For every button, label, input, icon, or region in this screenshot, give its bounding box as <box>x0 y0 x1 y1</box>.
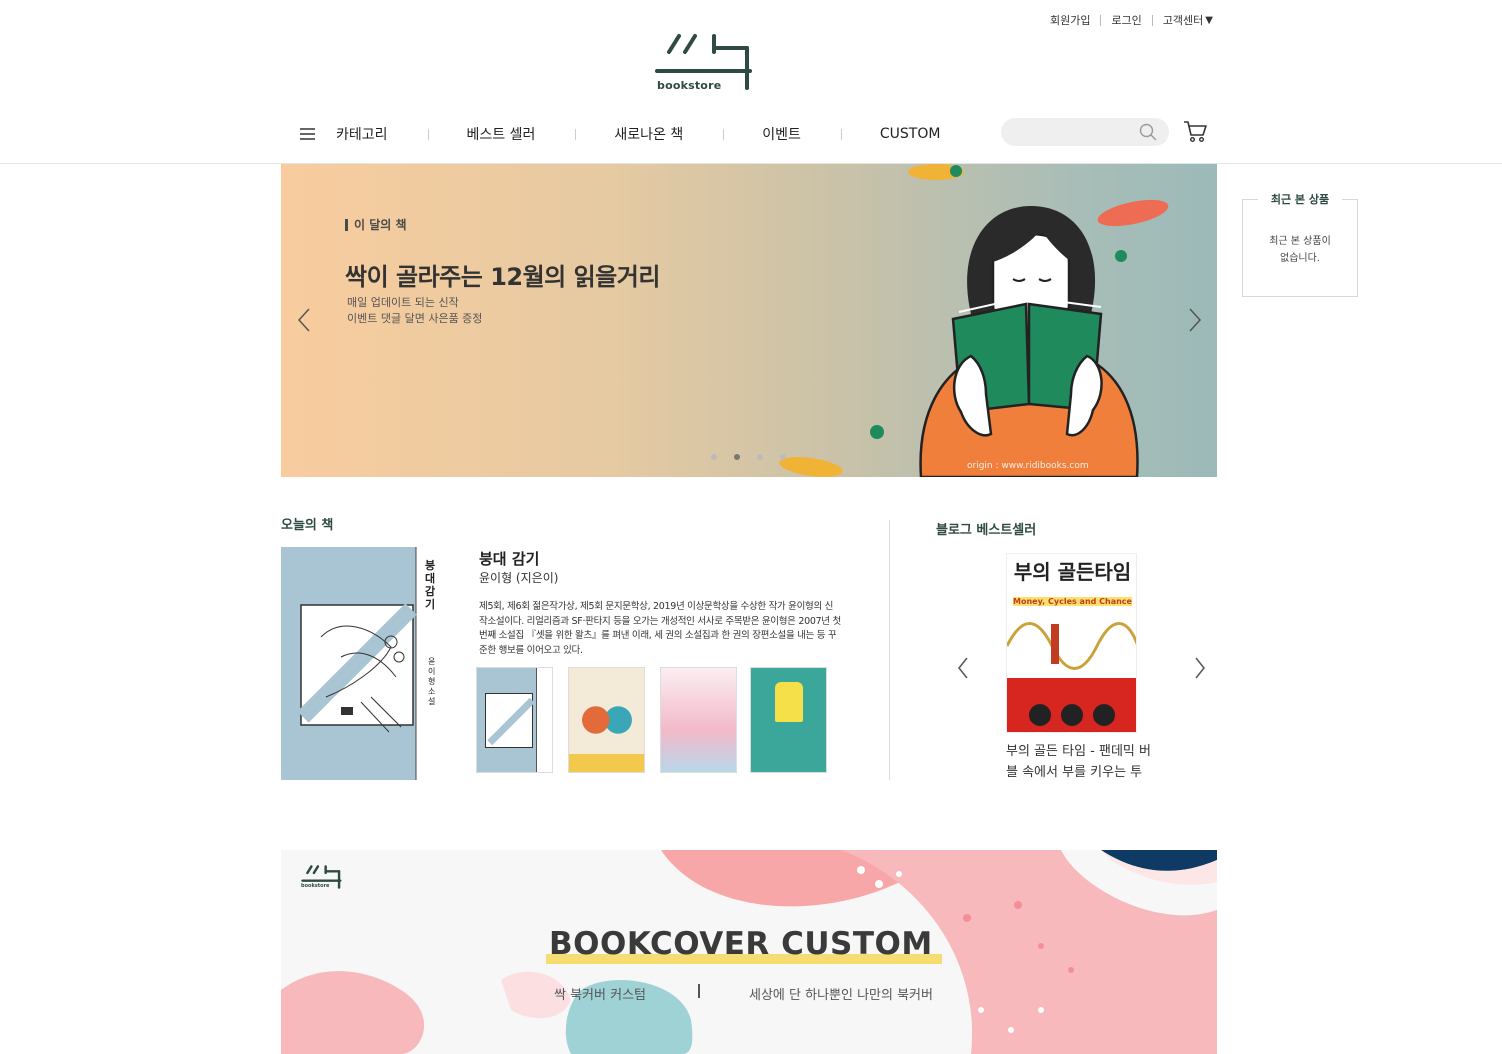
caret-down-icon[interactable]: ▼ <box>1205 15 1213 26</box>
support-link[interactable]: 고객센터 <box>1163 12 1203 28</box>
recent-products-empty: 최근 본 상품이 없습니다. <box>1269 236 1331 264</box>
custom-sub-left: 싹 북커버 커스텀 <box>554 988 646 1003</box>
util-divider <box>1151 14 1153 26</box>
nav-divider <box>840 128 842 140</box>
custom-title: BOOKCOVER CUSTOM <box>549 926 933 962</box>
nav-divider <box>427 128 429 140</box>
cover-author-text: 윤이형 소설 <box>428 657 436 706</box>
search-input[interactable] <box>1001 118 1121 146</box>
util-divider <box>1100 14 1102 26</box>
today-book-title: 오늘의 책 <box>281 518 334 533</box>
search-icon[interactable] <box>1139 123 1157 141</box>
image-credit: origin : www.ridibooks.com <box>967 461 1089 471</box>
wave-graphic <box>1007 616 1136 676</box>
blog-book-cover[interactable]: 부의 골든타임 Money, Cycles and Chance <box>1006 553 1137 733</box>
bookcover-custom-banner[interactable]: bookstore BOOKCOVER CUSTOM 싹 북커버 커스텀 세상에… <box>281 850 1217 1054</box>
nav-bestseller[interactable]: 베스트 셀러 <box>467 124 536 144</box>
related-book-thumb-3[interactable] <box>660 667 737 773</box>
cover-band <box>1007 678 1136 732</box>
custom-sub-divider <box>698 984 700 998</box>
nav-divider <box>575 128 577 140</box>
book-description: 제5회, 제6회 젊은작가상, 제5회 문지문학상, 2019년 이상문학상을 … <box>479 601 841 656</box>
related-book-thumb-2[interactable] <box>568 667 645 773</box>
nav-event[interactable]: 이벤트 <box>762 124 801 144</box>
custom-sub-right: 세상에 단 하나뿐인 나만의 북커버 <box>749 988 933 1003</box>
book-title[interactable]: 붕대 감기 <box>479 548 539 569</box>
pagination-dot[interactable] <box>757 454 763 460</box>
search-box <box>1001 118 1169 146</box>
hero-pagination <box>711 454 786 460</box>
nav-category[interactable]: 카테고리 <box>336 124 388 144</box>
blog-bestseller-title: 블로그 베스트셀러 <box>936 523 1037 538</box>
book-author: 윤이형 (지은이) <box>479 571 559 585</box>
blog-cover-title: 부의 골든타임 <box>1013 560 1132 584</box>
hero-banner[interactable]: 이 달의 책 싹이 골라주는 12월의 읽을거리 매일 업데이트 되는 신작 이… <box>281 164 1217 477</box>
hero-next-arrow-icon[interactable] <box>1188 307 1202 333</box>
small-logo-text: bookstore <box>301 883 330 889</box>
hamburger-icon[interactable] <box>300 128 316 140</box>
pagination-dot-active[interactable] <box>734 454 740 460</box>
reading-girl-illustration <box>779 164 1169 477</box>
logo-text: bookstore <box>657 79 722 92</box>
pagination-dot[interactable] <box>780 454 786 460</box>
nav-new-books[interactable]: 새로나온 책 <box>614 124 683 144</box>
related-book-thumb-4[interactable] <box>750 667 827 773</box>
blog-book-caption[interactable]: 부의 골든 타임 - 팬데믹 버블 속에서 부를 키우는 투 <box>1006 741 1156 783</box>
cart-icon[interactable] <box>1182 118 1208 144</box>
cover-title-text: 붕대 감기 <box>425 559 436 611</box>
pagination-dot[interactable] <box>711 454 717 460</box>
hero-prev-arrow-icon[interactable] <box>297 307 311 333</box>
login-link[interactable]: 로그인 <box>1111 12 1141 28</box>
section-divider <box>889 520 890 780</box>
nav-custom[interactable]: CUSTOM <box>880 126 941 142</box>
recent-products-title: 최근 본 상품 <box>1258 191 1342 207</box>
main-nav: 카테고리 베스트 셀러 새로나온 책 이벤트 CUSTOM <box>300 118 940 150</box>
today-book-cover[interactable]: 붕대 감기 윤이형 소설 <box>281 547 451 780</box>
related-book-thumb-1[interactable] <box>476 667 553 773</box>
util-menu: 회원가입 로그인 고객센터 ▼ <box>1050 12 1213 28</box>
blog-next-arrow-icon[interactable] <box>1194 656 1206 680</box>
nav-divider <box>723 128 725 140</box>
blog-prev-arrow-icon[interactable] <box>957 656 969 680</box>
signup-link[interactable]: 회원가입 <box>1050 12 1090 28</box>
blog-cover-subtitle: Money, Cycles and Chance <box>1013 597 1132 606</box>
